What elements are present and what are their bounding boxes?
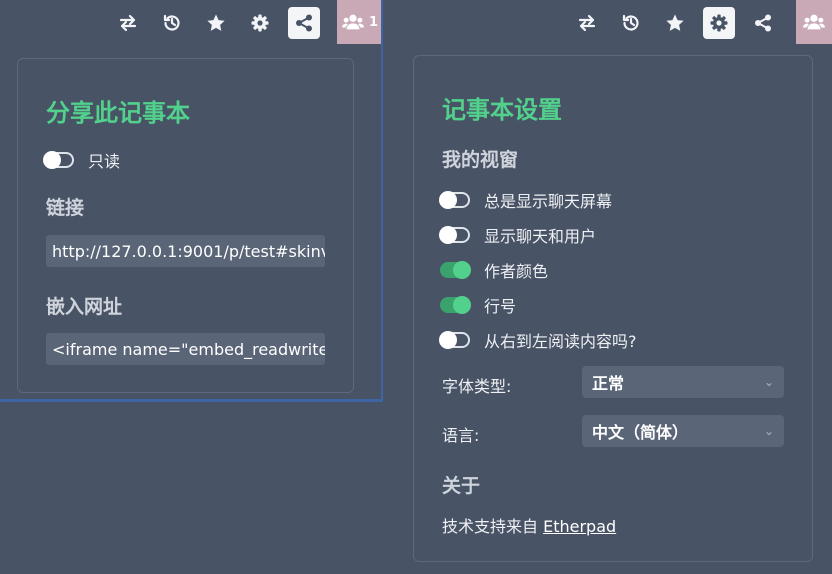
toggle-knob [453,261,471,279]
toggle-knob [453,296,471,314]
import-export-icon [578,14,596,32]
toggle-knob [439,226,457,244]
language-select[interactable]: 中文（简体） ⌄ [582,415,784,447]
font-type-select[interactable]: 正常 ⌄ [582,366,784,398]
share-popup-frame: 分享此记事本 只读 链接 http://127.0.0.1:9001/p/tes… [0,0,383,402]
import-export-button-right[interactable] [571,7,603,39]
embed-field[interactable]: <iframe name="embed_readwrite [46,333,325,365]
line-numbers-toggle[interactable] [440,296,471,314]
users-button-right[interactable] [796,0,832,44]
font-type-value: 正常 [592,374,625,393]
about-heading: 关于 [442,475,481,497]
toggle-label: 显示聊天和用户 [484,227,597,246]
toggle-row-chat-users[interactable]: 显示聊天和用户 [439,223,597,247]
embed-heading: 嵌入网址 [46,296,123,318]
toggle-knob [43,151,61,169]
timeslider-button-right[interactable] [615,7,647,39]
toggle-label: 总是显示聊天屏幕 [484,192,613,211]
history-icon [622,14,639,31]
readonly-toggle[interactable] [43,151,74,169]
toggle-label: 行号 [484,297,517,316]
toggle-knob [439,191,457,209]
share-icon [755,14,771,32]
gear-icon [710,14,728,32]
font-type-label: 字体类型: [442,377,512,396]
toggle-row-author-colors[interactable]: 作者颜色 [440,258,548,282]
share-popup: 分享此记事本 只读 链接 http://127.0.0.1:9001/p/tes… [17,58,354,393]
toggle-row-line-numbers[interactable]: 行号 [440,293,516,317]
language-label: 语言: [442,426,480,445]
chevron-down-icon: ⌄ [763,424,774,438]
about-text: 技术支持来自 Etherpad [442,513,616,537]
users-icon [803,14,825,30]
toggle-label: 从右到左阅读内容吗? [484,332,637,351]
chat-users-toggle[interactable] [439,226,470,244]
star-icon [666,14,684,31]
toggle-row-chat-always[interactable]: 总是显示聊天屏幕 [439,188,613,212]
link-field[interactable]: http://127.0.0.1:9001/p/test#skinvc [46,235,325,267]
language-value: 中文（简体） [592,423,689,442]
readonly-label: 只读 [88,152,121,171]
settings-popup: 记事本设置 我的视窗 总是显示聊天屏幕 显示聊天和用户 作者颜色 行号 从右到左… [413,55,813,562]
settings-button-right[interactable] [703,7,735,39]
chevron-down-icon: ⌄ [763,375,774,389]
toggle-knob [439,331,457,349]
toggle-row-rtl[interactable]: 从右到左阅读内容吗? [439,328,637,352]
link-heading: 链接 [46,197,85,219]
share-button-right[interactable] [747,7,779,39]
my-view-heading: 我的视窗 [442,149,519,171]
star-button-right[interactable] [659,7,691,39]
etherpad-link[interactable]: Etherpad [543,517,616,536]
chat-always-toggle[interactable] [439,191,470,209]
toggle-label: 作者颜色 [484,262,549,281]
rtl-toggle[interactable] [439,331,470,349]
right-toolbar [560,0,832,46]
author-colors-toggle[interactable] [440,261,471,279]
readonly-toggle-row[interactable]: 只读 [43,148,121,172]
about-prefix: 技术支持来自 [442,517,544,536]
share-popup-title: 分享此记事本 [46,99,190,127]
settings-popup-title: 记事本设置 [442,96,562,124]
